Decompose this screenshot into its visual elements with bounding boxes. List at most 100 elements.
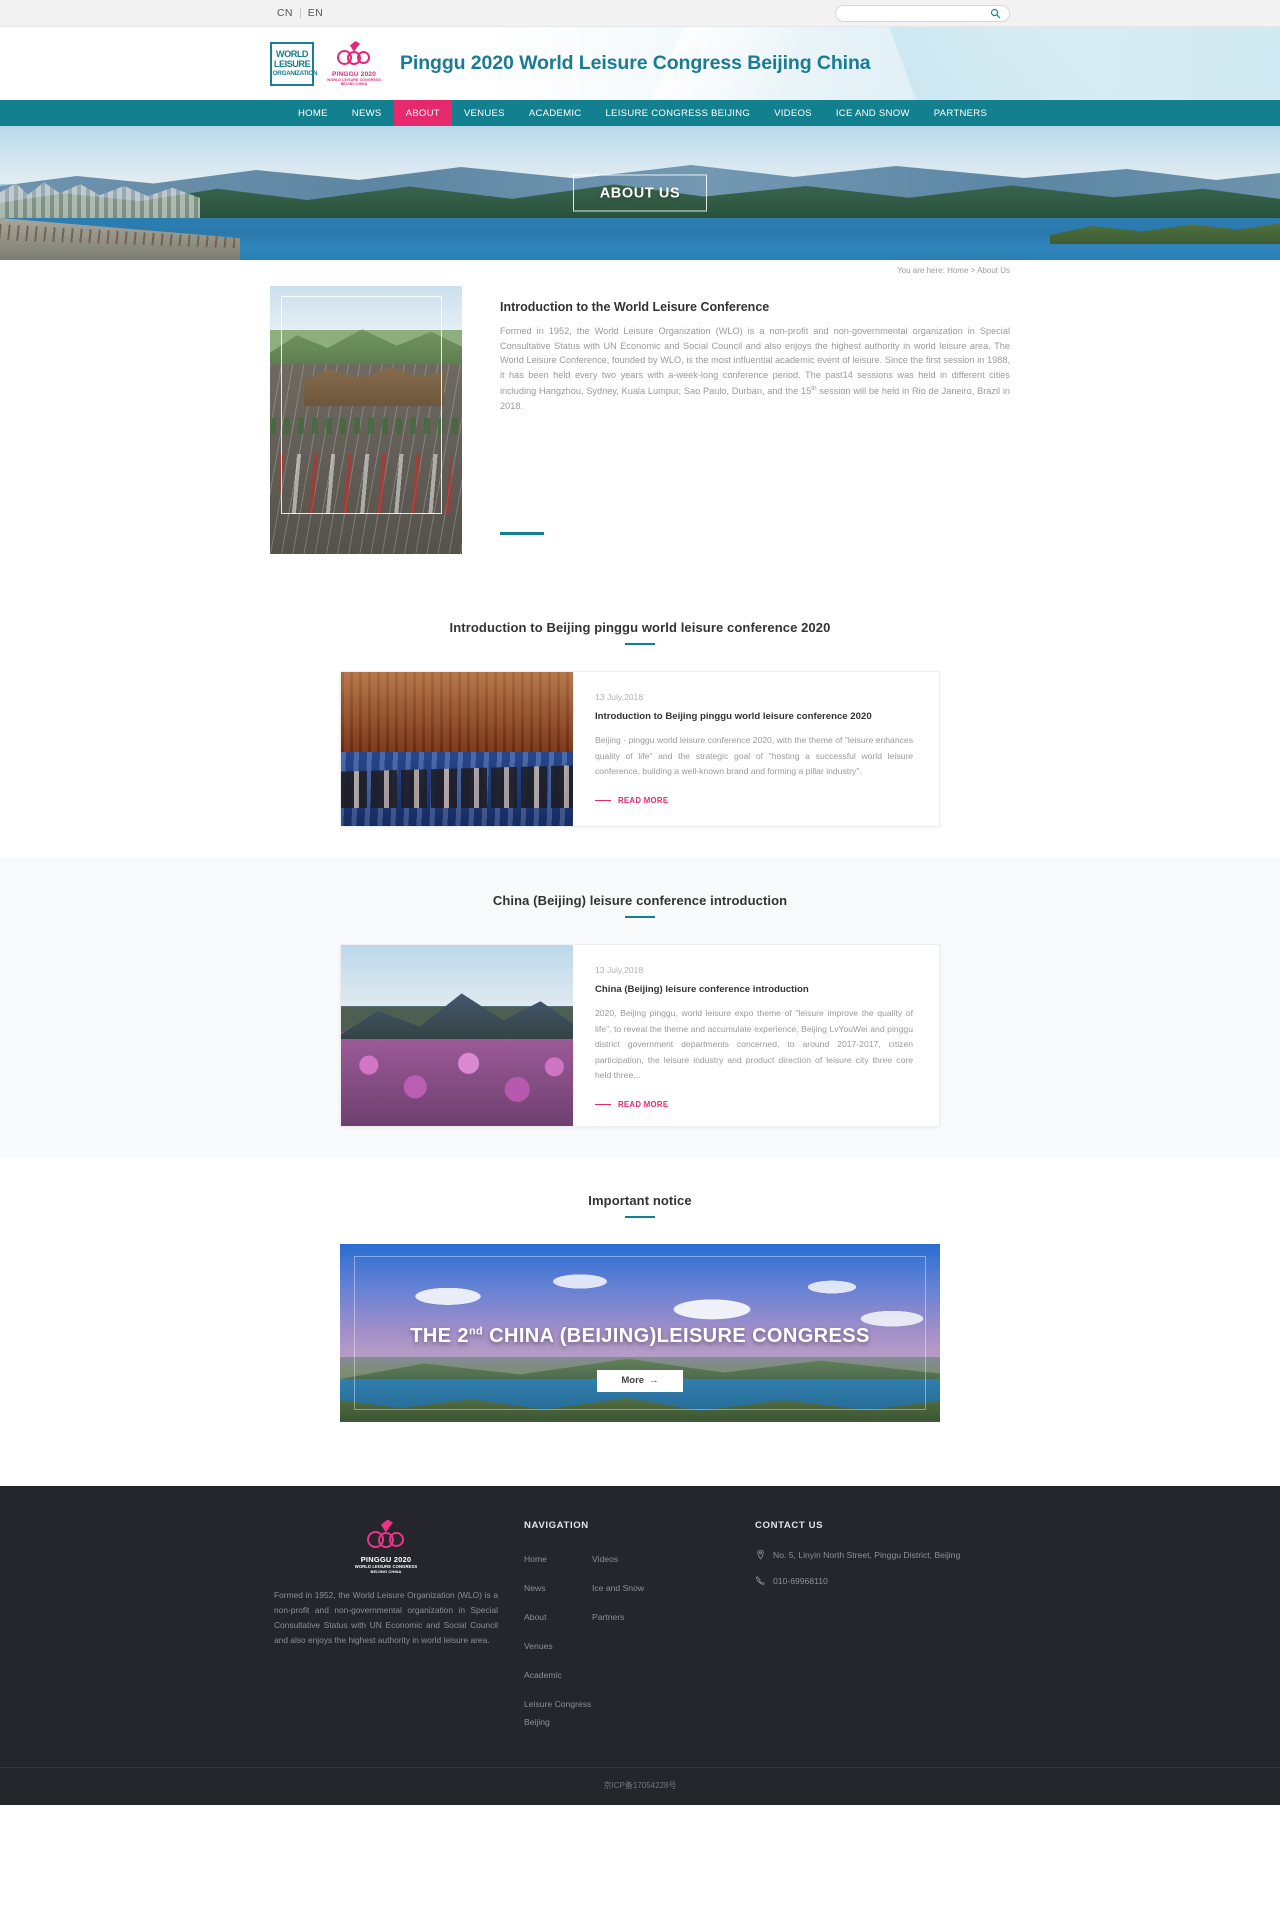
notice-banner-ordinal-suffix: nd	[468, 1325, 484, 1338]
wlo-logo-line1: WORLD	[275, 49, 309, 59]
footer-nav-link-ice-and-snow[interactable]: Ice and Snow	[592, 1583, 644, 1593]
pinggu-2020-logo[interactable]: PINGGU 2020 WORLD LEISURE CONGRESS BEIJI…	[326, 36, 382, 92]
section-underline	[625, 1215, 655, 1218]
footer-phone-row: 010-69968110	[755, 1575, 1010, 1588]
footer-nav-link-partners[interactable]: Partners	[592, 1612, 624, 1622]
footer-nav-list-1: Home News About Venues Academic Leisure Congr…	[524, 1549, 592, 1741]
section-china-beijing: China (Beijing) leisure conference intro…	[0, 857, 1280, 1157]
news-card-excerpt: Beijing · pinggu world leisure conferenc…	[595, 735, 913, 776]
site-footer: PINGGU 2020 WORLD LEISURE CONGRESS BEIJI…	[0, 1485, 1280, 1805]
footer-address-row: No. 5, Linyin North Street, Pinggu Distr…	[755, 1549, 1010, 1562]
breadcrumb-prefix: You are here:	[897, 266, 945, 275]
hero-banner: ABOUT US	[0, 126, 1280, 260]
lang-cn-link[interactable]: CN	[270, 7, 300, 19]
notice-banner-title-part1: THE 2	[410, 1325, 469, 1348]
notice-more-label: More	[621, 1375, 645, 1387]
breadcrumb: You are here: Home > About Us	[270, 260, 1010, 282]
footer-nav-link-news[interactable]: News	[524, 1583, 546, 1593]
footer-logo-line3: BEIJING CHINA	[370, 1568, 402, 1574]
lang-en-link[interactable]: EN	[301, 7, 330, 19]
phone-icon	[755, 1575, 766, 1588]
nav-item-home[interactable]: HOME	[286, 100, 340, 126]
read-more-dash-icon	[595, 1103, 611, 1105]
footer-pinggu-logo[interactable]: PINGGU 2020 WORLD LEISURE CONGRESS BEIJI…	[270, 1519, 502, 1574]
notice-more-button[interactable]: More →	[597, 1369, 683, 1392]
read-more-link[interactable]: READ MORE	[595, 1100, 668, 1109]
read-more-label: READ MORE	[618, 1099, 669, 1109]
read-more-dash-icon	[595, 799, 611, 801]
breadcrumb-separator: >	[970, 266, 976, 275]
peach-icon	[365, 1519, 407, 1554]
nav-item-news[interactable]: NEWS	[340, 100, 394, 126]
footer-nav-link-leisure-congress-beijing[interactable]: Leisure Congress Beijing	[524, 1699, 591, 1727]
footer-navigation-heading: NAVIGATION	[524, 1519, 589, 1531]
footer-nav-item: News	[524, 1578, 592, 1596]
footer-nav-link-venues[interactable]: Venues	[524, 1641, 553, 1651]
introduction-accent-rule	[500, 531, 544, 535]
news-card[interactable]: 13 July,2018 Introduction to Beijing pin…	[340, 671, 940, 827]
section-title: Important notice	[588, 1192, 692, 1208]
footer-nav-item: Ice and Snow	[592, 1578, 660, 1596]
notice-banner-title: THE 2nd CHINA (BEIJING)LEISURE CONGRESS	[340, 1325, 940, 1348]
image-frame-overlay	[281, 296, 442, 514]
page-root: CN EN WORLD LEISURE ORGANIZATION PINGGU …	[0, 0, 1280, 1805]
footer-icp-notice: 京ICP备17054228号	[0, 1766, 1280, 1805]
footer-about-column: PINGGU 2020 WORLD LEISURE CONGRESS BEIJI…	[270, 1519, 502, 1648]
nav-item-venues[interactable]: VENUES	[452, 100, 517, 126]
news-card-thumbnail	[341, 672, 573, 826]
news-card[interactable]: 13 July,2018 China (Beijing) leisure con…	[340, 944, 940, 1127]
footer-nav-item: Partners	[592, 1607, 660, 1625]
nav-item-partners[interactable]: PARTNERS	[922, 100, 999, 126]
news-card-title[interactable]: China (Beijing) leisure conference intro…	[595, 984, 913, 995]
footer-nav-item: Academic	[524, 1665, 592, 1683]
pinggu-logo-line1: PINGGU 2020	[331, 71, 377, 78]
footer-nav-link-academic[interactable]: Academic	[524, 1670, 562, 1680]
introduction-paragraph: Formed in 1952, the World Leisure Organi…	[500, 324, 1010, 414]
search-input[interactable]	[844, 8, 990, 18]
footer-nav-item: Home	[524, 1549, 592, 1567]
notice-banner-title-part2: CHINA (BEIJING)LEISURE CONGRESS	[483, 1325, 870, 1348]
footer-nav-list-2: Videos Ice and Snow Partners	[592, 1549, 660, 1741]
footer-address-text: No. 5, Linyin North Street, Pinggu Distr…	[773, 1550, 961, 1560]
notice-banner[interactable]: THE 2nd CHINA (BEIJING)LEISURE CONGRESS …	[340, 1243, 940, 1422]
peach-icon	[336, 41, 372, 71]
introduction-image	[270, 286, 462, 554]
wlo-logo-line2: LEISURE	[273, 59, 311, 69]
world-leisure-organization-logo[interactable]: WORLD LEISURE ORGANIZATION	[270, 41, 318, 86]
footer-nav-item: About	[524, 1607, 592, 1625]
news-card-date: 13 July,2018	[595, 692, 644, 702]
wlo-logo-line3: ORGANIZATION	[272, 70, 318, 77]
nav-item-ice-and-snow[interactable]: ICE AND SNOW	[824, 100, 922, 126]
footer-nav-item: Venues	[524, 1636, 592, 1654]
nav-item-videos[interactable]: VIDEOS	[762, 100, 824, 126]
hero-page-title: ABOUT US	[573, 174, 707, 212]
language-switcher: CN EN	[270, 7, 330, 19]
read-more-link[interactable]: READ MORE	[595, 796, 668, 805]
search-box[interactable]	[835, 4, 1010, 22]
section-pinggu-2020: Introduction to Beijing pinggu world lei…	[0, 584, 1280, 857]
footer-logo-line1: PINGGU 2020	[360, 1554, 412, 1564]
footer-nav-item: Leisure Congress Beijing	[524, 1694, 592, 1730]
site-header: WORLD LEISURE ORGANIZATION PINGGU 2020 W…	[0, 27, 1280, 100]
breadcrumb-home-link[interactable]: Home	[947, 266, 968, 275]
top-bar: CN EN	[0, 0, 1280, 27]
breadcrumb-current: About Us	[977, 266, 1010, 275]
news-card-title[interactable]: Introduction to Beijing pinggu world lei…	[595, 711, 913, 722]
site-title: Pinggu 2020 World Leisure Congress Beiji…	[400, 52, 871, 74]
read-more-label: READ MORE	[618, 795, 669, 805]
search-icon[interactable]	[990, 8, 1001, 19]
location-pin-icon	[755, 1549, 766, 1562]
nav-item-about[interactable]: ABOUT	[393, 100, 452, 126]
nav-item-leisure-congress-beijing[interactable]: LEISURE CONGRESS BEIJING	[593, 100, 762, 126]
footer-phone-text: 010-69968110	[773, 1576, 828, 1586]
introduction-title: Introduction to the World Leisure Confer…	[500, 300, 770, 314]
footer-nav-link-videos[interactable]: Videos	[592, 1554, 618, 1564]
section-title: China (Beijing) leisure conference intro…	[492, 893, 788, 908]
footer-nav-link-home[interactable]: Home	[524, 1554, 547, 1564]
footer-nav-link-about[interactable]: About	[524, 1612, 546, 1622]
footer-contact-heading: CONTACT US	[755, 1519, 824, 1531]
footer-about-text: Formed in 1952, the World Leisure Organi…	[274, 1589, 498, 1645]
nav-item-academic[interactable]: ACADEMIC	[517, 100, 594, 126]
arrow-right-icon: →	[649, 1375, 659, 1387]
breadcrumb-bar: You are here: Home > About Us	[0, 260, 1280, 282]
